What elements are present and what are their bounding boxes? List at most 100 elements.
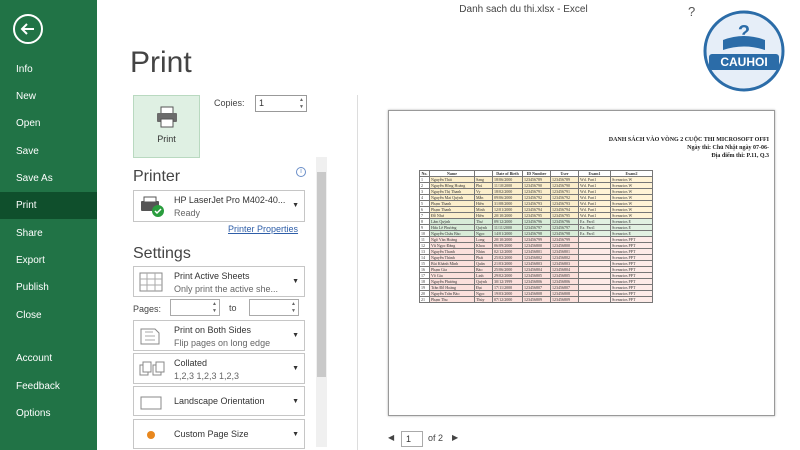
orientation-select[interactable]: Landscape Orientation ▼ bbox=[133, 386, 305, 416]
chevron-down-icon: ▼ bbox=[292, 365, 299, 372]
collation-select[interactable]: Collated 1,2,3 1,2,3 1,2,3 ▼ bbox=[133, 353, 305, 384]
preview-table-row: 19 Trần Đỗ Hoàng Đạt 17/11/2000 123456807 123… bbox=[419, 284, 653, 291]
print-button[interactable]: Print bbox=[133, 95, 200, 158]
preview-table-row: 10 Nguyễn Châu Bảo Ngọc 14/01/2000 123456798… bbox=[419, 230, 653, 237]
landscape-icon bbox=[140, 396, 162, 410]
preview-cell: Phạm Thu bbox=[429, 296, 475, 303]
page-size-title: Custom Page Size bbox=[174, 429, 249, 439]
sidebar-item-new[interactable]: New bbox=[0, 83, 97, 110]
copies-up-icon[interactable]: ▲ bbox=[299, 98, 304, 103]
chevron-down-icon: ▼ bbox=[292, 398, 299, 405]
preview-table-row: 18 Nguyễn Phương Quỳnh 30/12/1999 123456806 1… bbox=[419, 278, 653, 285]
chevron-down-icon: ▼ bbox=[292, 278, 299, 285]
preview-table-row: 11 Ngô Văn Hoàng Long 20/10/2000 123456799 12… bbox=[419, 236, 653, 243]
prev-page-icon[interactable]: ◀ bbox=[388, 433, 394, 442]
chevron-down-icon: ▼ bbox=[292, 431, 299, 438]
printer-icon bbox=[157, 106, 177, 128]
sidebar-item-save[interactable]: Save bbox=[0, 138, 97, 165]
sidebar-item-publish[interactable]: Publish bbox=[0, 274, 97, 301]
collated-icon bbox=[139, 361, 165, 376]
pages-label: Pages: bbox=[133, 304, 162, 314]
preview-table-row: 2 Nguyễn Hồng Hoàng Phú 11/10/2000 123456790… bbox=[419, 182, 653, 189]
sidebar-item-account[interactable]: Account bbox=[0, 345, 97, 372]
collation-subtitle: 1,2,3 1,2,3 1,2,3 bbox=[174, 371, 240, 381]
preview-table-row: 9 Hứa Lê Phương Quỳnh 11/11/2000 123456797 12… bbox=[419, 224, 653, 231]
copies-value: 1 bbox=[259, 98, 265, 108]
preview-table-row: 13 Nguyễn Thanh Nhàn 02/12/2000 123456801 123… bbox=[419, 248, 653, 255]
info-icon[interactable]: i bbox=[296, 167, 306, 177]
printer-select[interactable]: HP LaserJet Pro M402-40... Ready ▼ bbox=[133, 190, 305, 222]
printer-section-title: Printer bbox=[133, 168, 181, 185]
chevron-down-icon: ▼ bbox=[292, 332, 299, 339]
preview-table: No. Name Date of Birth ID Number User Exam1 Ex… bbox=[419, 170, 653, 303]
help-icon[interactable]: ? bbox=[688, 4, 695, 19]
sidebar-item-export[interactable]: Export bbox=[0, 247, 97, 274]
preview-cell bbox=[578, 296, 611, 303]
sidebar-item-open[interactable]: Open bbox=[0, 110, 97, 137]
print-what-select[interactable]: Print Active Sheets Only print the activ… bbox=[133, 266, 305, 297]
sheet-grid-icon bbox=[139, 272, 163, 292]
copies-input[interactable]: 1 ▲ ▼ bbox=[255, 95, 307, 112]
preview-cell: 07/12/2000 bbox=[492, 296, 523, 303]
preview-header-cell: ID Number bbox=[522, 170, 551, 177]
preview-cell: 123456809 bbox=[522, 296, 551, 303]
print-what-title: Print Active Sheets bbox=[174, 271, 250, 281]
settings-scrollbar-thumb[interactable] bbox=[317, 172, 326, 377]
sidebar-item-feedback[interactable]: Feedback bbox=[0, 373, 97, 400]
backstage-view: Info New Open Save Save As Print Share E… bbox=[0, 0, 800, 450]
preview-doc-date: Ngày thi: Chủ Nhật ngày 07-06- bbox=[687, 145, 769, 151]
preview-cell: 123456809 bbox=[550, 296, 579, 303]
preview-table-row: 4 Nguyễn Mai Quỳnh Mẫn 09/06/2000 123456792 1… bbox=[419, 194, 653, 201]
preview-doc-place: Địa điểm thi: P.11, Q.3 bbox=[711, 153, 769, 159]
logo-text: CAUHOI bbox=[720, 55, 767, 69]
page-size-icon bbox=[147, 431, 155, 439]
duplex-select[interactable]: Print on Both Sides Flip pages on long e… bbox=[133, 320, 305, 351]
duplex-title: Print on Both Sides bbox=[174, 325, 252, 335]
back-button[interactable] bbox=[13, 14, 43, 44]
collation-title: Collated bbox=[174, 358, 208, 368]
page-number-input[interactable]: 1 bbox=[401, 431, 423, 447]
pages-to-input[interactable]: ▲ ▼ bbox=[249, 299, 299, 316]
chevron-down-icon: ▼ bbox=[292, 202, 299, 209]
sidebar-item-share[interactable]: Share bbox=[0, 220, 97, 247]
orientation-title: Landscape Orientation bbox=[174, 396, 265, 406]
sidebar-item-options[interactable]: Options bbox=[0, 400, 97, 427]
preview-header-cell: Date of Birth bbox=[492, 170, 523, 177]
window-title: Danh sach du thi.xlsx - Excel bbox=[459, 4, 588, 15]
preview-table-row: 14 Nguyễn Thành Phát 25/02/2000 123456802 123… bbox=[419, 254, 653, 261]
preview-table-row: 21 Phạm Thu Thủy 07/12/2000 123456809 1234568… bbox=[419, 296, 653, 303]
panel-divider bbox=[357, 95, 358, 450]
printer-properties-link[interactable]: Printer Properties bbox=[228, 224, 298, 234]
page-total-label: of 2 bbox=[428, 433, 444, 443]
page-size-select[interactable]: Custom Page Size ▼ bbox=[133, 419, 305, 449]
preview-cell: 21 bbox=[419, 296, 430, 303]
sidebar-item-print[interactable]: Print bbox=[0, 192, 97, 219]
backstage-sidebar: Info New Open Save Save As Print Share E… bbox=[0, 0, 97, 450]
print-preview-page: DANH SÁCH VÀO VÒNG 2 CUỘC THI MICROSOFT … bbox=[388, 110, 775, 416]
svg-text:?: ? bbox=[738, 22, 750, 44]
duplex-icon bbox=[140, 328, 160, 345]
preview-title-block: DANH SÁCH VÀO VÒNG 2 CUỘC THI MICROSOFT … bbox=[509, 136, 769, 160]
copies-down-icon[interactable]: ▼ bbox=[299, 105, 304, 110]
settings-section-title: Settings bbox=[133, 245, 191, 262]
print-what-subtitle: Only print the active she... bbox=[174, 284, 279, 294]
preview-table-row: 12 Vũ Ngọc Đăng Khoa 06/09/2000 123456800 123… bbox=[419, 242, 653, 249]
sidebar-item-close[interactable]: Close bbox=[0, 302, 97, 329]
sidebar-item-info[interactable]: Info bbox=[0, 56, 97, 83]
preview-cell: Thủy bbox=[474, 296, 493, 303]
print-button-label: Print bbox=[157, 134, 176, 144]
pages-to-label: to bbox=[229, 303, 237, 313]
preview-cell: Scenarios PPT bbox=[610, 296, 653, 303]
pages-from-input[interactable]: ▲ ▼ bbox=[170, 299, 220, 316]
sidebar-item-save-as[interactable]: Save As bbox=[0, 165, 97, 192]
preview-table-row: 20 Nguyễn Trần Bảo Ngọc 19/03/2000 123456808… bbox=[419, 290, 653, 297]
preview-doc-title: DANH SÁCH VÀO VÒNG 2 CUỘC THI MICROSOFT … bbox=[608, 137, 769, 143]
preview-table-row: 3 Nguyễn Thị Thanh Vy 18/02/2000 123456791 12… bbox=[419, 188, 653, 195]
preview-table-row: 15 Bùi Khánh Minh Quân 21/03/2000 123456803 1… bbox=[419, 260, 653, 267]
back-arrow-icon bbox=[20, 23, 34, 35]
duplex-subtitle: Flip pages on long edge bbox=[174, 338, 271, 348]
copies-label: Copies: bbox=[214, 98, 245, 108]
printer-status: Ready bbox=[174, 208, 201, 218]
next-page-icon[interactable]: ▶ bbox=[452, 433, 458, 442]
printer-name: HP LaserJet Pro M402-40... bbox=[174, 195, 286, 205]
